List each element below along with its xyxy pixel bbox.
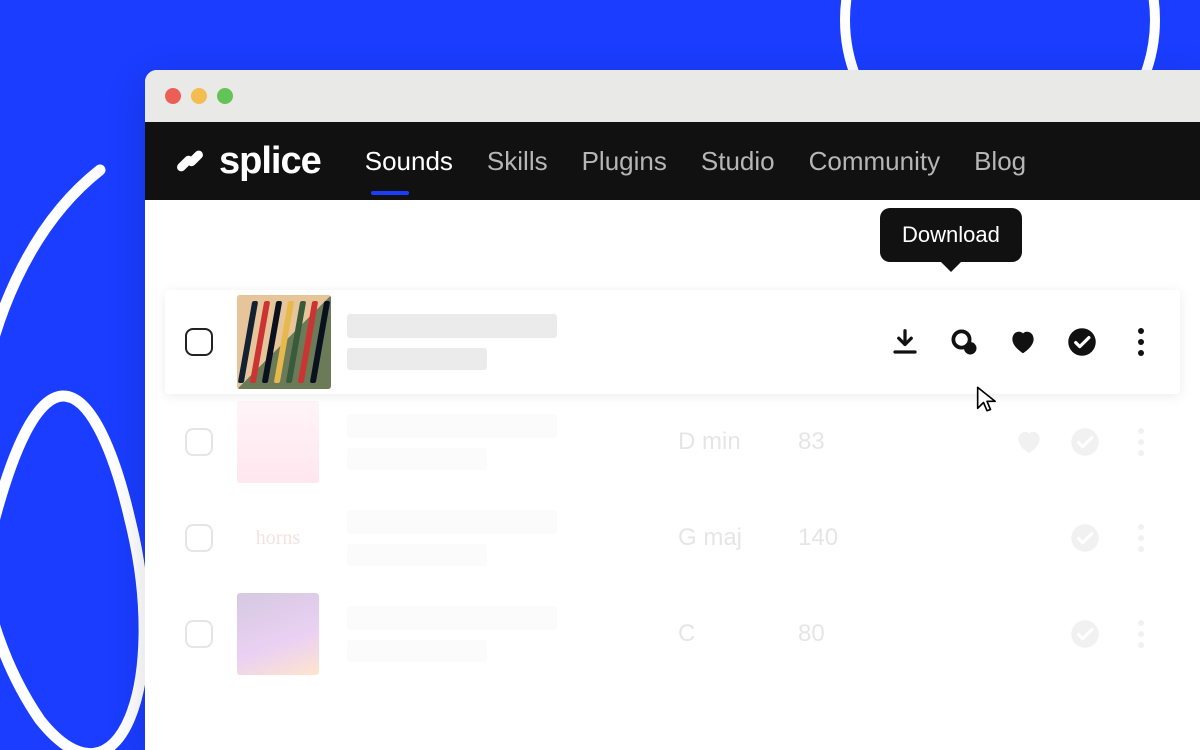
owned-check-icon[interactable] — [1066, 325, 1099, 359]
similar-sounds-button[interactable] — [947, 325, 980, 359]
owned-check-icon[interactable] — [1068, 617, 1102, 651]
more-actions-button[interactable] — [1125, 325, 1158, 359]
brand-name: splice — [219, 140, 321, 183]
sample-artwork[interactable] — [237, 401, 319, 483]
owned-check-icon[interactable] — [1068, 425, 1102, 459]
sample-title-block — [347, 314, 678, 370]
brand-logo[interactable]: splice — [173, 140, 321, 183]
sample-artwork[interactable] — [237, 295, 331, 389]
sample-artwork[interactable] — [237, 593, 319, 675]
more-actions-button[interactable] — [1124, 617, 1158, 651]
row-checkbox[interactable] — [185, 328, 213, 356]
nav-plugins[interactable]: Plugins — [582, 146, 667, 177]
sample-bpm: 80 — [798, 620, 888, 648]
row-actions — [888, 617, 1168, 651]
sound-row[interactable]: C 80 — [165, 586, 1180, 682]
sample-title-block — [347, 606, 678, 662]
window-titlebar — [145, 70, 1200, 122]
sample-key: G maj — [678, 524, 798, 552]
more-actions-button[interactable] — [1124, 521, 1158, 555]
row-checkbox[interactable] — [185, 428, 213, 456]
download-button[interactable] — [888, 325, 921, 359]
owned-check-icon[interactable] — [1068, 521, 1102, 555]
sample-bpm: 140 — [798, 524, 888, 552]
primary-nav: splice Sounds Skills Plugins Studio Comm… — [145, 122, 1200, 200]
nav-sounds[interactable]: Sounds — [365, 146, 453, 177]
sound-row[interactable]: horns G maj 140 — [165, 490, 1180, 586]
window-zoom-button[interactable] — [217, 88, 233, 104]
download-tooltip: Download — [880, 208, 1022, 262]
nav-skills[interactable]: Skills — [487, 146, 548, 177]
more-actions-button[interactable] — [1124, 425, 1158, 459]
splice-logo-icon — [173, 144, 207, 178]
sample-key: C — [678, 620, 798, 648]
sample-subtitle-placeholder — [347, 348, 487, 370]
window-close-button[interactable] — [165, 88, 181, 104]
sample-key: D min — [678, 428, 798, 456]
row-actions — [888, 425, 1168, 459]
like-button[interactable] — [1006, 325, 1039, 359]
sample-title-block — [347, 414, 678, 470]
sample-bpm: 83 — [798, 428, 888, 456]
sound-list: Download — [145, 200, 1200, 682]
sound-row[interactable] — [165, 290, 1180, 394]
sample-artwork[interactable]: horns — [237, 497, 319, 579]
window-minimize-button[interactable] — [191, 88, 207, 104]
row-actions — [888, 325, 1168, 359]
sample-title-block — [347, 510, 678, 566]
like-button[interactable] — [1012, 425, 1046, 459]
row-actions — [888, 521, 1168, 555]
nav-blog[interactable]: Blog — [974, 146, 1026, 177]
nav-studio[interactable]: Studio — [701, 146, 775, 177]
sound-row[interactable]: D min 83 — [165, 394, 1180, 490]
nav-community[interactable]: Community — [809, 146, 940, 177]
app-window: splice Sounds Skills Plugins Studio Comm… — [145, 70, 1200, 750]
sample-title-placeholder — [347, 314, 557, 338]
row-checkbox[interactable] — [185, 620, 213, 648]
row-checkbox[interactable] — [185, 524, 213, 552]
